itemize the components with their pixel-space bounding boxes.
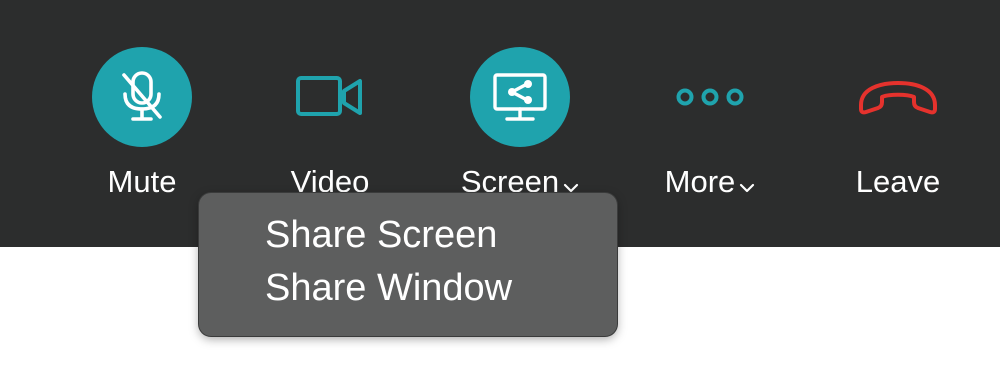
- screen-share-icon: [493, 73, 547, 121]
- leave-button[interactable]: Leave: [818, 40, 978, 210]
- more-icon-wrap: [660, 47, 760, 147]
- menu-item-share-screen[interactable]: Share Screen: [199, 209, 617, 262]
- more-label: More: [664, 164, 736, 199]
- share-menu: Share Screen Share Window: [199, 193, 617, 336]
- more-button[interactable]: More: [630, 40, 790, 210]
- mute-button[interactable]: Mute: [62, 40, 222, 210]
- call-screen: Mute Video Screen More Leave Share Scree…: [0, 0, 1000, 369]
- mute-icon-circle: [92, 47, 192, 147]
- menu-item-share-window[interactable]: Share Window: [199, 262, 617, 315]
- screen-icon-circle: [470, 47, 570, 147]
- more-dots-icon: [676, 88, 744, 106]
- more-label-row: More: [630, 164, 790, 202]
- screen-share-button[interactable]: Screen: [440, 40, 600, 210]
- phone-hangup-icon: [859, 81, 937, 115]
- video-camera-icon: [296, 76, 362, 116]
- video-button[interactable]: Video: [250, 40, 410, 210]
- video-icon-wrap: [280, 47, 380, 147]
- microphone-muted-icon: [122, 71, 162, 121]
- leave-icon-wrap: [848, 47, 948, 147]
- chevron-down-icon[interactable]: [739, 166, 755, 202]
- leave-label: Leave: [855, 164, 941, 199]
- mute-label: Mute: [107, 164, 177, 199]
